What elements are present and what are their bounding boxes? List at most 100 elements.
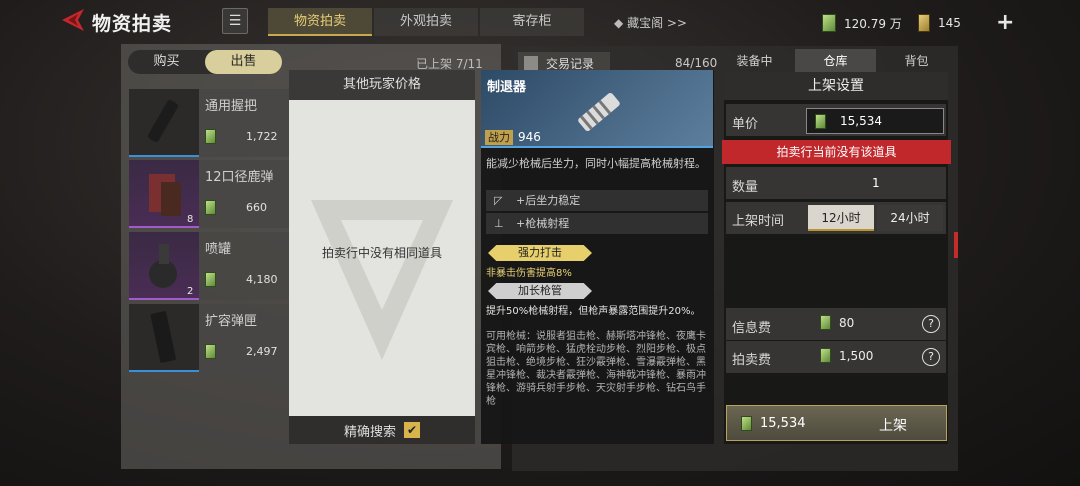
tab-appearance-auction[interactable]: 外观拍卖: [374, 8, 478, 36]
page-title: 物资拍卖: [92, 13, 173, 35]
power-value: 946: [518, 130, 541, 144]
tab-warehouse[interactable]: 仓库: [795, 49, 876, 73]
item-quantity: 2: [187, 286, 194, 297]
auction-fee-help-icon[interactable]: ?: [922, 348, 940, 366]
item-description: 能减少枪械后坐力，同时小幅提高枪械射程。: [486, 157, 706, 170]
item-thumbnail: 8: [129, 160, 199, 228]
menu-list-button[interactable]: ☰: [222, 8, 248, 34]
cash-icon: [741, 415, 752, 431]
currency-bills-value: 120.79 万: [844, 16, 902, 31]
cash-icon: [822, 14, 836, 32]
list-item[interactable]: 通用握把 1,722: [129, 89, 289, 157]
perk-badge: 强力打击: [488, 245, 592, 261]
quantity-label: 数量: [732, 180, 759, 195]
buy-tab[interactable]: 购买: [128, 50, 205, 74]
quantity-value[interactable]: 1: [872, 176, 880, 190]
attribute-row: ⊥ +枪械射程: [486, 213, 708, 234]
perk-description: 提升50%枪械射程，但枪声暴露范围提升20%。: [486, 306, 701, 317]
cash-icon: [205, 129, 216, 144]
listing-settings-title: 上架设置: [724, 72, 948, 100]
item-name: 扩容弹匣: [205, 314, 258, 329]
back-arrow-icon: [62, 9, 84, 31]
range-icon: ⊥: [494, 217, 504, 230]
info-fee-value: 80: [839, 315, 855, 330]
buy-sell-toggle: 购买 出售: [128, 50, 282, 74]
sell-tab[interactable]: 出售: [205, 50, 282, 74]
magazine-icon: [150, 311, 176, 363]
cash-icon: [205, 200, 216, 215]
no-same-items-message: 拍卖行中没有相同道具: [321, 246, 442, 260]
listing-time-label: 上架时间: [732, 214, 785, 229]
cash-icon: [820, 348, 831, 363]
item-price: 660: [205, 200, 267, 215]
item-price: 4,180: [205, 272, 278, 287]
item-price: 2,497: [205, 344, 278, 359]
cash-icon: [205, 344, 216, 359]
list-total-value: 15,534: [760, 415, 806, 431]
item-detail-name: 制退器: [487, 80, 527, 95]
inventory-tabs: 装备中 仓库 背包: [714, 49, 958, 73]
item-quantity: 8: [187, 214, 194, 225]
info-fee-label: 信息费: [732, 321, 772, 336]
auction-fee: 1,500: [820, 348, 873, 363]
tab-storage-locker[interactable]: 寄存柜: [480, 8, 584, 36]
list-item-button[interactable]: 15,534 上架: [726, 405, 947, 441]
grip-icon: [147, 100, 179, 142]
item-thumbnail: 2: [129, 232, 199, 300]
slot-count: 84/160: [675, 56, 718, 70]
unit-price-value: 15,534: [840, 114, 882, 128]
tab-item-auction[interactable]: 物资拍卖: [268, 8, 372, 36]
back-button[interactable]: [58, 6, 88, 34]
attribute-row: ◸ +后坐力稳定: [486, 190, 708, 211]
perk-badge: 加长枪管: [488, 283, 592, 299]
item-price-value: 2,497: [246, 345, 278, 358]
auction-fee-value: 1,500: [839, 348, 874, 363]
item-price-value: 660: [246, 201, 267, 214]
scroll-indicator: [954, 232, 958, 258]
treasure-icon: ◆: [614, 16, 624, 30]
item-name: 12口径鹿弹: [205, 170, 274, 185]
item-name: 喷罐: [205, 242, 232, 257]
exact-search-label: 精确搜索: [343, 424, 396, 440]
compatible-weapons: 可用枪械：说服者狙击枪、赫斯塔冲锋枪、夜鹰卡宾枪、响箭步枪、猛虎栓动步枪、烈阳步…: [486, 331, 706, 407]
other-prices-title: 其他玩家价格: [289, 70, 475, 100]
attribute-label: +后坐力稳定: [516, 194, 581, 207]
attribute-label: +枪械射程: [516, 217, 570, 230]
currency-tickets: 145: [918, 12, 961, 34]
time-24h-button[interactable]: 24小时: [877, 205, 943, 231]
exact-search-checkbox[interactable]: ✔: [404, 422, 420, 438]
exact-search-toggle[interactable]: 精确搜索 ✔: [289, 416, 475, 444]
tab-equipped[interactable]: 装备中: [714, 49, 795, 73]
unit-price-input[interactable]: 15,534: [806, 108, 944, 134]
power-label: 战力: [485, 130, 513, 145]
unit-price-label: 单价: [732, 117, 759, 132]
list-icon: ☰: [228, 13, 242, 29]
item-name: 通用握把: [205, 99, 258, 114]
trade-log-label: 交易记录: [546, 56, 595, 71]
treasure-link-label: 藏宝阁 >>: [627, 16, 687, 30]
item-thumbnail: [129, 89, 199, 157]
item-thumbnail: [129, 304, 199, 372]
cash-icon: [205, 272, 216, 287]
quantity-row[interactable]: [726, 167, 946, 199]
info-fee-help-icon[interactable]: ?: [922, 315, 940, 333]
recoil-icon: ◸: [494, 194, 503, 207]
currency-tickets-value: 145: [938, 16, 961, 30]
list-item[interactable]: 扩容弹匣 2,497: [129, 304, 289, 372]
add-currency-button[interactable]: +: [996, 10, 1014, 35]
ticket-icon: [918, 14, 930, 32]
item-price-value: 1,722: [246, 130, 278, 143]
no-item-warning: 拍卖行当前没有该道具: [722, 140, 951, 164]
auction-fee-label: 拍卖费: [732, 353, 772, 368]
cash-icon: [815, 113, 826, 129]
list-item[interactable]: 2 喷罐 4,180: [129, 232, 289, 300]
treasure-pavilion-link[interactable]: ◆ 藏宝阁 >>: [614, 14, 687, 31]
document-icon: [524, 56, 538, 70]
tab-backpack[interactable]: 背包: [876, 49, 957, 73]
list-item[interactable]: 8 12口径鹿弹 660: [129, 160, 289, 228]
currency-bills: 120.79 万: [822, 12, 902, 34]
cash-icon: [820, 315, 831, 330]
item-price: 1,722: [205, 129, 278, 144]
time-12h-button[interactable]: 12小时: [808, 205, 874, 231]
item-price-value: 4,180: [246, 273, 278, 286]
